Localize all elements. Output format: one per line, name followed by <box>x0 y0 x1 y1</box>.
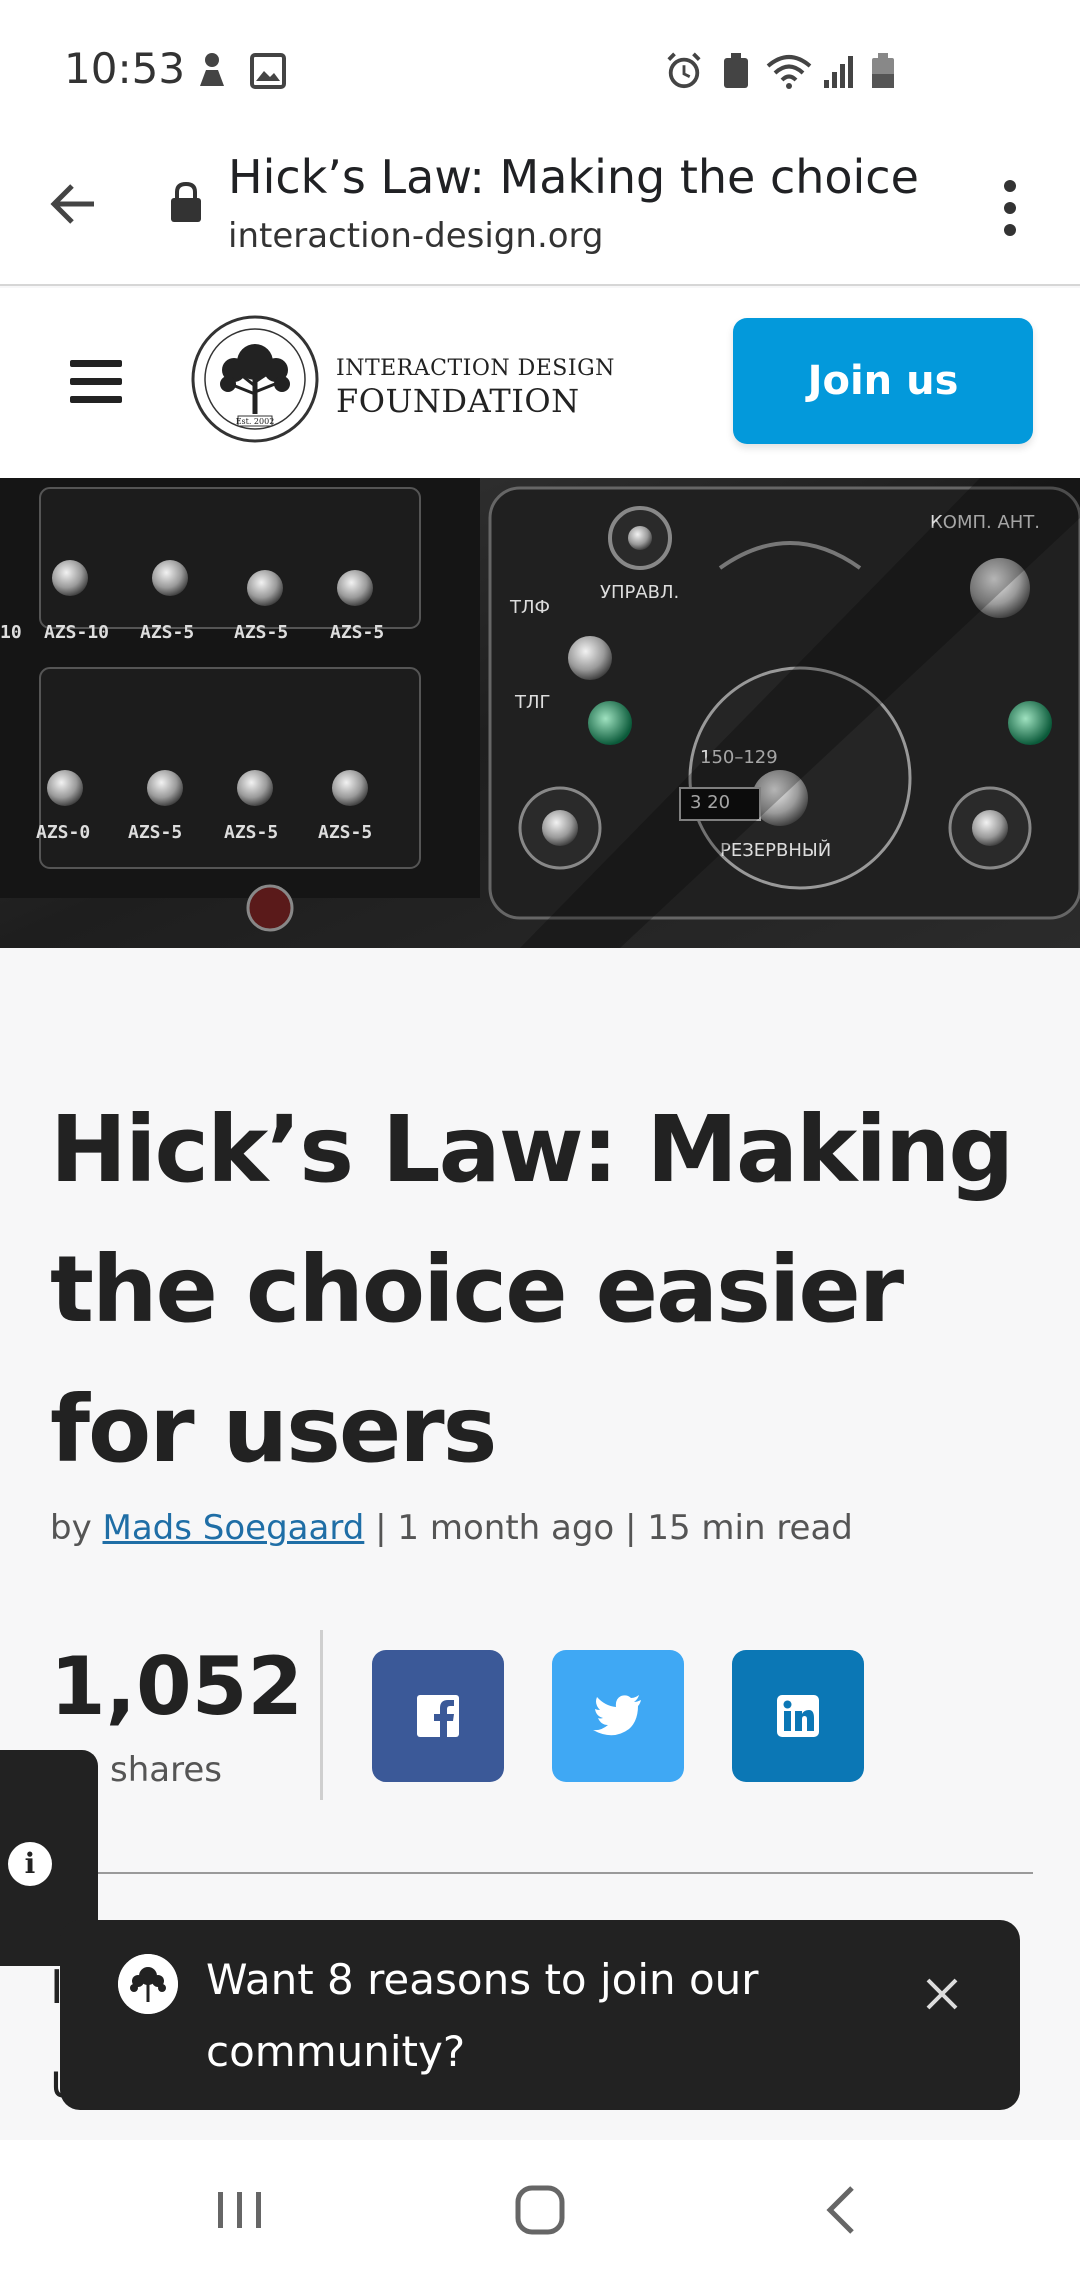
logo-seal[interactable]: Est. 2002 <box>190 314 320 444</box>
linkedin-share-button[interactable] <box>732 1650 864 1782</box>
signal-icon <box>824 56 853 88</box>
author-link[interactable]: Mads Soegaard <box>103 1508 365 1548</box>
svg-text:AZS-5: AZS-5 <box>234 622 288 643</box>
article-byline: by Mads Soegaard | 1 month ago | 15 min … <box>50 1508 853 1548</box>
image-icon <box>250 53 286 89</box>
more-options-icon[interactable] <box>990 176 1030 240</box>
svg-text:AZS-5: AZS-5 <box>330 622 384 643</box>
back-icon[interactable] <box>814 2180 874 2240</box>
system-nav-bar <box>0 2140 1080 2280</box>
tree-logo-icon <box>118 1954 178 2014</box>
publish-time: 1 month ago <box>397 1508 615 1548</box>
close-icon[interactable] <box>922 1974 962 2014</box>
facebook-icon <box>417 1695 459 1739</box>
article-title: Hick’s Law: Making the choice easier for… <box>50 1096 1014 1483</box>
byline-separator: | <box>375 1508 387 1548</box>
info-icon: i <box>8 1842 52 1886</box>
svg-text:10: 10 <box>0 622 22 643</box>
toast-message[interactable]: Want 8 reasons to join our community? <box>206 1944 766 2088</box>
battery-saver-icon <box>724 53 748 88</box>
recent-apps-icon[interactable] <box>210 2180 270 2240</box>
page-url[interactable]: interaction-design.org <box>228 216 604 256</box>
lock-icon <box>171 181 201 222</box>
linkedin-icon <box>777 1695 819 1737</box>
logo-text-line2[interactable]: FOUNDATION <box>336 382 580 420</box>
byline-prefix: by <box>50 1508 92 1548</box>
svg-text:РЕЗЕРВНЫЙ: РЕЗЕРВНЫЙ <box>720 839 831 861</box>
svg-text:AZS-0: AZS-0 <box>36 822 90 843</box>
control-panel-photo: 10 AZS-10 AZS-5 AZS-5 AZS-5 AZS-0 AZS-5 AZS-… <box>0 478 1080 948</box>
twitter-share-button[interactable] <box>552 1650 684 1782</box>
svg-text:Est. 2002: Est. 2002 <box>236 417 275 426</box>
twitter-icon <box>593 1695 641 1736</box>
join-community-toast[interactable]: Want 8 reasons to join our community? <box>60 1920 1020 2110</box>
svg-text:AZS-5: AZS-5 <box>318 822 372 843</box>
notification-icon <box>200 53 224 86</box>
join-us-button[interactable]: Join us <box>733 318 1033 444</box>
read-time: 15 min read <box>647 1508 853 1548</box>
back-arrow-icon[interactable] <box>44 174 104 234</box>
wifi-icon <box>766 55 812 89</box>
svg-text:ТЛФ: ТЛФ <box>509 597 550 618</box>
menu-icon[interactable] <box>68 358 124 406</box>
site-header: Est. 2002 INTERACTION DESIGN FOUNDATION … <box>0 288 1080 478</box>
svg-text:AZS-5: AZS-5 <box>140 622 194 643</box>
page-title[interactable]: Hick’s Law: Making the choice … <box>228 150 928 204</box>
status-bar: 10:53 <box>0 0 1080 140</box>
share-count: 1,052 <box>50 1640 304 1733</box>
home-icon[interactable] <box>510 2180 570 2240</box>
battery-icon <box>872 53 894 88</box>
svg-text:AZS-10: AZS-10 <box>44 622 109 643</box>
svg-text:ТЛГ: ТЛГ <box>514 692 551 713</box>
status-time: 10:53 <box>64 44 186 93</box>
alarm-icon <box>667 52 701 89</box>
section-divider <box>50 1872 1033 1874</box>
logo-text-line1[interactable]: INTERACTION DESIGN <box>336 356 615 381</box>
facebook-share-button[interactable] <box>372 1650 504 1782</box>
browser-toolbar: Hick’s Law: Making the choice … interact… <box>0 140 1080 286</box>
share-label: shares <box>110 1750 222 1790</box>
byline-separator: | <box>625 1508 637 1548</box>
svg-text:AZS-5: AZS-5 <box>224 822 278 843</box>
svg-text:AZS-5: AZS-5 <box>128 822 182 843</box>
svg-text:УПРАВЛ.: УПРАВЛ. <box>600 582 679 603</box>
hero-image: 10 AZS-10 AZS-5 AZS-5 AZS-5 AZS-0 AZS-5 AZS-… <box>0 478 1080 948</box>
share-divider <box>320 1630 323 1800</box>
